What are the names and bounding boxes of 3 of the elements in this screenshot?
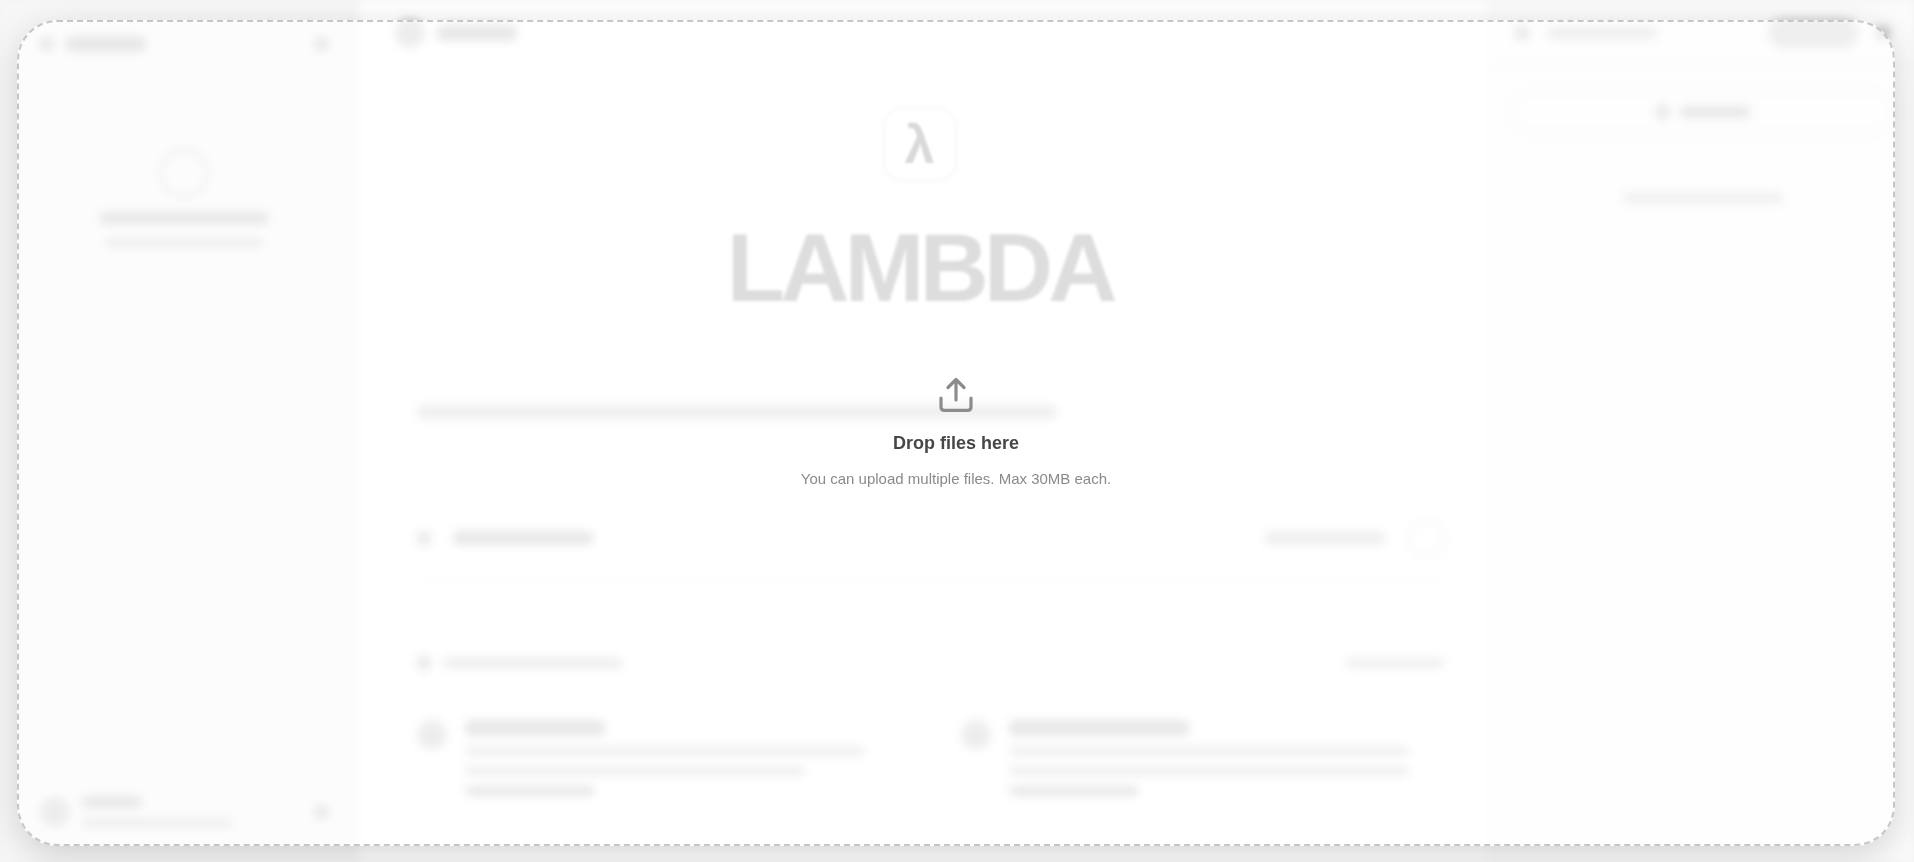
upload-icon [938, 377, 974, 413]
drop-title: Drop files here [892, 432, 1019, 455]
drop-hint: You can upload multiple files. Max 30MB each. [800, 469, 1112, 489]
